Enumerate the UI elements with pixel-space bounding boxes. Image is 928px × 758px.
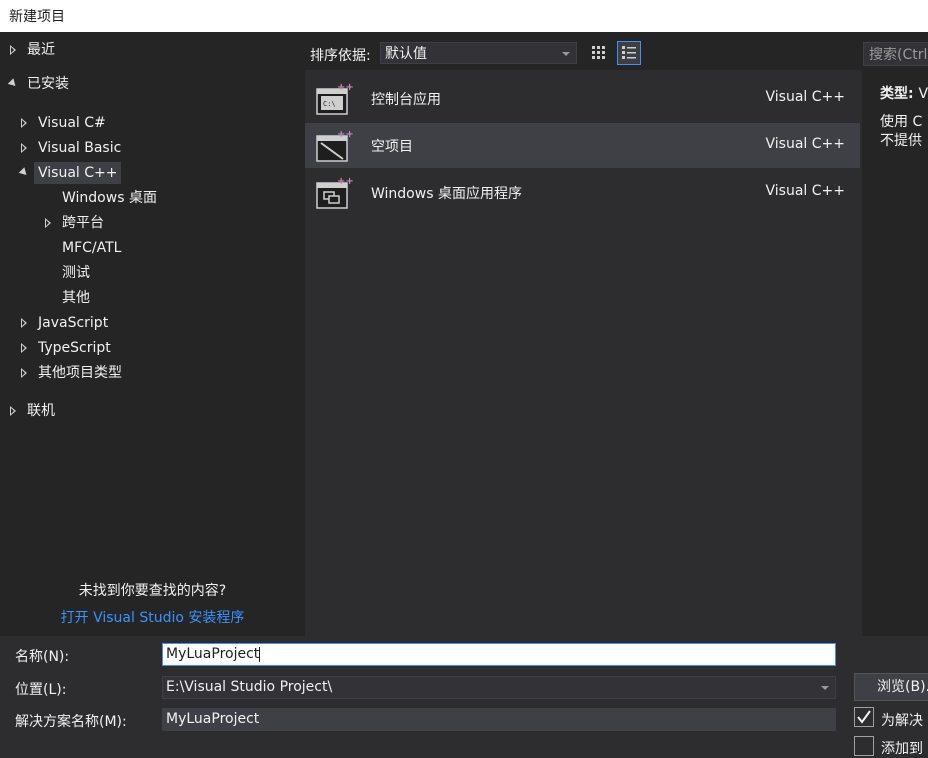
template-name: Windows 桌面应用程序: [371, 186, 522, 202]
tree-item-installed[interactable]: 已安装: [7, 73, 69, 95]
title-bar: 新建项目: [0, 0, 928, 32]
tree-item-label: 其他项目类型: [38, 365, 122, 381]
add-to-source-control-checkbox[interactable]: [854, 736, 874, 756]
sort-label: 排序依据:: [310, 48, 371, 64]
expand-arrow-icon[interactable]: [45, 218, 51, 228]
description-line: 使用 C: [880, 114, 923, 130]
type-value: V: [918, 86, 928, 102]
name-label: 名称(N):: [15, 649, 70, 665]
project-name-value: MyLuaProject: [166, 646, 260, 662]
template-row-console-app[interactable]: C:\ ++ 控制台应用 Visual C++: [305, 76, 860, 121]
list-view-button[interactable]: [617, 41, 641, 65]
description-line: 不提供: [880, 133, 922, 149]
tree-item-label: TypeScript: [38, 340, 111, 356]
tree-item-typescript[interactable]: TypeScript: [19, 337, 111, 359]
tree-item-label: Visual Basic: [38, 140, 122, 156]
template-row-empty-project[interactable]: ++ 空项目 Visual C++: [305, 123, 860, 168]
location-value: E:\Visual Studio Project\: [166, 679, 333, 695]
solution-name-input[interactable]: MyLuaProject: [162, 708, 836, 731]
chevron-down-icon: [562, 52, 570, 56]
sort-dropdown-value: 默认值: [385, 46, 427, 62]
tree-item-label: 其他: [62, 290, 90, 306]
template-language: Visual C++: [765, 89, 845, 105]
template-row-windows-desktop-app[interactable]: ++ Windows 桌面应用程序 Visual C++: [305, 170, 860, 215]
location-label: 位置(L):: [15, 682, 67, 698]
tree-item-test[interactable]: 测试: [62, 262, 90, 284]
text-caret: [259, 646, 261, 662]
project-name-input[interactable]: MyLuaProject: [162, 643, 836, 666]
tree-item-visual-cpp[interactable]: Visual C++: [18, 162, 122, 184]
svg-text:C:\: C:\: [323, 100, 336, 108]
search-input[interactable]: 搜索(Ctrl: [863, 42, 928, 66]
tree-item-label: MFC/ATL: [62, 240, 122, 256]
grid-view-icon: [592, 46, 605, 59]
add-to-source-control-label: 添加到: [881, 741, 923, 757]
tree-item-label: 跨平台: [62, 215, 104, 231]
tree-item-visual-csharp[interactable]: Visual C#: [19, 112, 106, 134]
location-combobox[interactable]: E:\Visual Studio Project\: [162, 676, 836, 699]
list-view-icon: [622, 46, 636, 59]
svg-text:++: ++: [337, 176, 353, 187]
tree-item-label: Visual C++: [34, 162, 122, 184]
tree-item-label: Visual C#: [38, 115, 106, 131]
collapse-arrow-icon[interactable]: [18, 167, 30, 178]
dialog-title: 新建项目: [9, 9, 65, 25]
tree-item-other-project-types[interactable]: 其他项目类型: [19, 362, 122, 384]
solution-name-value: MyLuaProject: [166, 711, 260, 727]
expand-arrow-icon[interactable]: [21, 143, 27, 153]
create-solution-dir-checkbox[interactable]: [854, 707, 874, 727]
windows-desktop-app-icon: ++: [316, 176, 353, 209]
template-language: Visual C++: [765, 136, 845, 152]
open-installer-link[interactable]: 打开 Visual Studio 安装程序: [0, 607, 305, 627]
tree-item-cross-platform[interactable]: 跨平台: [43, 212, 104, 234]
template-name: 控制台应用: [371, 92, 441, 108]
type-label: 类型:: [880, 86, 914, 102]
console-app-icon: C:\ ++: [316, 82, 353, 115]
expand-arrow-icon[interactable]: [10, 45, 16, 55]
collapse-arrow-icon[interactable]: [7, 78, 19, 89]
browse-button[interactable]: 浏览(B)...: [854, 673, 928, 701]
tree-item-mfc-atl[interactable]: MFC/ATL: [62, 237, 121, 259]
svg-text:++: ++: [337, 129, 353, 140]
svg-text:++: ++: [337, 82, 353, 93]
tree-item-javascript[interactable]: JavaScript: [19, 312, 108, 334]
tree-item-label: 已安装: [27, 76, 69, 92]
tree-item-label: 联机: [27, 403, 55, 419]
tree-item-label: 最近: [27, 42, 55, 58]
tree-item-other[interactable]: 其他: [62, 287, 90, 309]
template-type: 类型: V: [880, 83, 928, 103]
empty-project-icon: ++: [316, 129, 353, 162]
template-name: 空项目: [371, 139, 413, 155]
expand-arrow-icon[interactable]: [10, 406, 16, 416]
template-language: Visual C++: [765, 183, 845, 199]
expand-arrow-icon[interactable]: [21, 318, 27, 328]
not-found-text: 未找到你要查找的内容?: [78, 583, 227, 599]
expand-arrow-icon[interactable]: [21, 343, 27, 353]
tree-item-label: JavaScript: [38, 315, 109, 331]
sort-bar: 排序依据: 默认值: [305, 32, 862, 70]
expand-arrow-icon[interactable]: [21, 368, 27, 378]
tree-item-online[interactable]: 联机: [8, 400, 55, 422]
tree-item-visual-basic[interactable]: Visual Basic: [19, 137, 121, 159]
chevron-down-icon[interactable]: [821, 686, 829, 690]
tree-item-windows-desktop[interactable]: Windows 桌面: [62, 187, 157, 209]
tree-item-recent[interactable]: 最近: [8, 39, 55, 61]
solution-name-label: 解决方案名称(M):: [15, 714, 127, 730]
tree-item-label: 测试: [62, 265, 90, 281]
checkmark-icon: [857, 710, 871, 724]
template-description: 使用 C 不提供: [880, 113, 922, 151]
small-icons-view-button[interactable]: [587, 41, 611, 65]
tree-item-label: Windows 桌面: [62, 190, 157, 206]
create-solution-dir-label: 为解决: [881, 713, 923, 729]
expand-arrow-icon[interactable]: [21, 118, 27, 128]
sort-dropdown[interactable]: 默认值: [380, 42, 577, 64]
